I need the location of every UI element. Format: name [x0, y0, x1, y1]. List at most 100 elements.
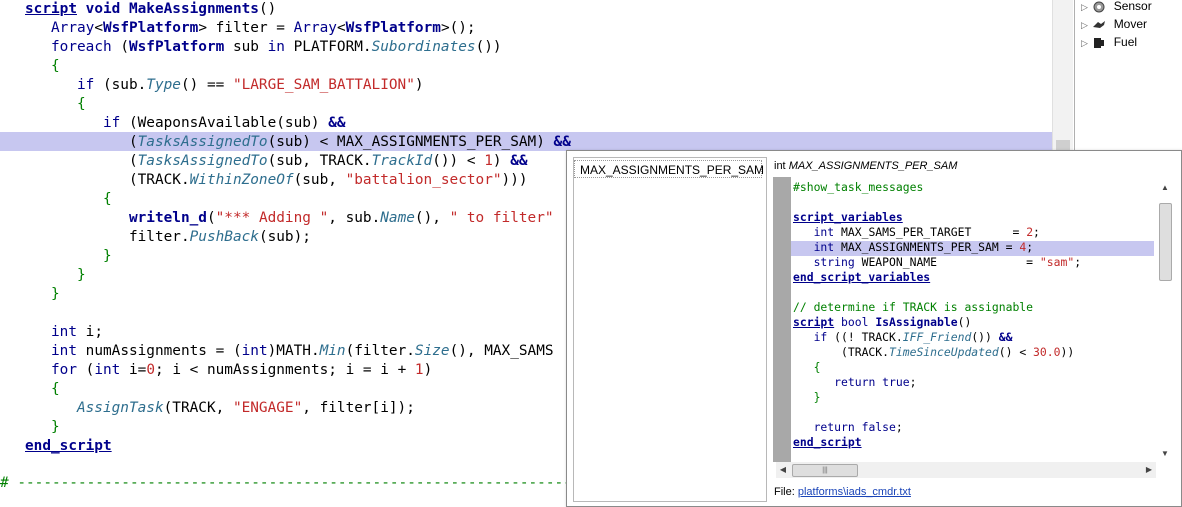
definition-horizontal-scrollbar[interactable]: ◀ ||| ▶: [776, 462, 1156, 478]
code-line: if (sub.Type() == "LARGE_SAM_BATTALION"): [25, 76, 424, 95]
code-token: ; i < numAssignments; i = i +: [155, 362, 415, 378]
symbol-list-item[interactable]: MAX_ASSIGNMENTS_PER_SAM: [574, 160, 764, 178]
code-token: if: [813, 330, 828, 344]
code-token: " to filter": [449, 210, 554, 226]
code-token: WsfPlatform: [103, 20, 199, 36]
fuel-icon: [1094, 37, 1105, 48]
code-token: (sub, TRACK.: [267, 153, 372, 169]
code-token: WsfPlatform: [128, 39, 225, 55]
scroll-right-icon[interactable]: ▶: [1142, 462, 1156, 478]
scroll-up-icon[interactable]: ▲: [1157, 181, 1173, 195]
editor-scrollbar[interactable]: [1052, 0, 1073, 150]
code-token: ))): [501, 172, 528, 188]
code-token: "sam": [1039, 255, 1075, 269]
tree-item-mover[interactable]: ▷ Mover: [1081, 15, 1147, 33]
code-token: (sub): [276, 115, 329, 131]
code-token: int: [51, 343, 77, 359]
code-token: Size: [414, 343, 450, 359]
code-token: ((! TRACK.: [827, 330, 903, 344]
code-token: sub: [224, 39, 268, 55]
code-line: script bool IsAssignable(): [793, 315, 971, 330]
code-token: (: [77, 362, 95, 378]
code-token: (: [206, 210, 216, 226]
code-token: &&: [998, 330, 1013, 344]
code-token: () ==: [180, 77, 233, 93]
code-token: (sub) < MAX_ASSIGNMENTS_PER_SAM): [267, 134, 554, 150]
code-token: Array: [51, 20, 95, 36]
expand-arrow-icon[interactable]: ▷: [1081, 16, 1089, 34]
scroll-left-icon[interactable]: ◀: [776, 462, 790, 478]
code-token: end_script: [25, 438, 112, 454]
code-token: PushBack: [189, 229, 259, 245]
code-token: WithinZoneOf: [189, 172, 294, 188]
code-token: &&: [510, 153, 528, 169]
code-token: (filter.: [345, 343, 415, 359]
expand-arrow-icon[interactable]: ▷: [1081, 0, 1089, 16]
symbol-list[interactable]: MAX_ASSIGNMENTS_PER_SAM: [573, 157, 767, 502]
code-token: 1: [414, 362, 424, 378]
sensor-icon: [1093, 1, 1105, 13]
code-token: IsAssignable: [875, 315, 958, 329]
code-line: (TRACK.WithinZoneOf(sub, "battalion_sect…: [25, 171, 528, 190]
code-token: Min: [319, 343, 346, 359]
code-line: script void MakeAssignments(): [25, 0, 276, 19]
code-token: MAX_ASSIGNMENTS_PER_SAM =: [834, 240, 1020, 254]
code-token: ;: [1026, 240, 1034, 254]
definition-vscroll-thumb[interactable]: [1159, 203, 1172, 281]
code-token: (), MAX_SAMS: [449, 343, 554, 359]
code-token: i;: [77, 324, 103, 340]
code-line: }: [25, 247, 112, 266]
code-token: ): [423, 362, 433, 378]
comment-separator: # --------------------------------------…: [0, 475, 624, 491]
code-line: writeln_d("*** Adding ", sub.Name(), " t…: [25, 209, 554, 228]
scroll-down-icon[interactable]: ▼: [1157, 447, 1173, 461]
code-token: end_script_variables: [793, 270, 931, 284]
definition-hscroll-thumb[interactable]: |||: [792, 464, 858, 477]
code-token: , filter[i]);: [302, 400, 415, 416]
code-token: // determine if TRACK is assignable: [793, 300, 1034, 314]
editor-scrollbar-thumb[interactable]: [1056, 140, 1070, 150]
code-token: TimeSinceUpdated: [889, 345, 999, 359]
code-token: (: [120, 115, 138, 131]
code-token: (TRACK.: [793, 345, 890, 359]
code-token: Type: [146, 77, 181, 93]
definition-code-view[interactable]: #show_task_messages script_variables int …: [773, 177, 1163, 462]
tree-item-label: Mover: [1113, 17, 1148, 31]
code-token: (: [111, 39, 129, 55]
code-line: foreach (WsfPlatform sub in PLATFORM.Sub…: [25, 38, 502, 57]
code-token: MAX_SAMS_PER_TARGET =: [834, 225, 1027, 239]
definition-vertical-scrollbar[interactable]: ▲ ▼: [1157, 181, 1173, 463]
code-token: ()): [971, 330, 999, 344]
file-link[interactable]: platforms\iads_cmdr.txt: [798, 486, 911, 498]
code-token: (TRACK.: [25, 172, 190, 188]
code-line: int i;: [25, 323, 103, 342]
code-line: script_variables: [793, 210, 903, 225]
code-line: {: [25, 190, 112, 209]
code-token: {: [51, 381, 60, 397]
tree-item-sensor[interactable]: ▷ Sensor: [1081, 0, 1152, 15]
expand-arrow-icon[interactable]: ▷: [1081, 34, 1089, 52]
code-token: }: [102, 248, 112, 264]
code-token: void: [85, 1, 121, 17]
code-line: Array<WsfPlatform> filter = Array<WsfPla…: [25, 19, 476, 38]
tree-item-fuel[interactable]: ▷ Fuel: [1081, 33, 1137, 51]
code-token: Array: [293, 20, 337, 36]
definition-title: int MAX_ASSIGNMENTS_PER_SAM: [774, 160, 957, 172]
code-token: {: [813, 360, 821, 374]
code-token: <: [336, 20, 346, 36]
code-token: )): [1060, 345, 1075, 359]
